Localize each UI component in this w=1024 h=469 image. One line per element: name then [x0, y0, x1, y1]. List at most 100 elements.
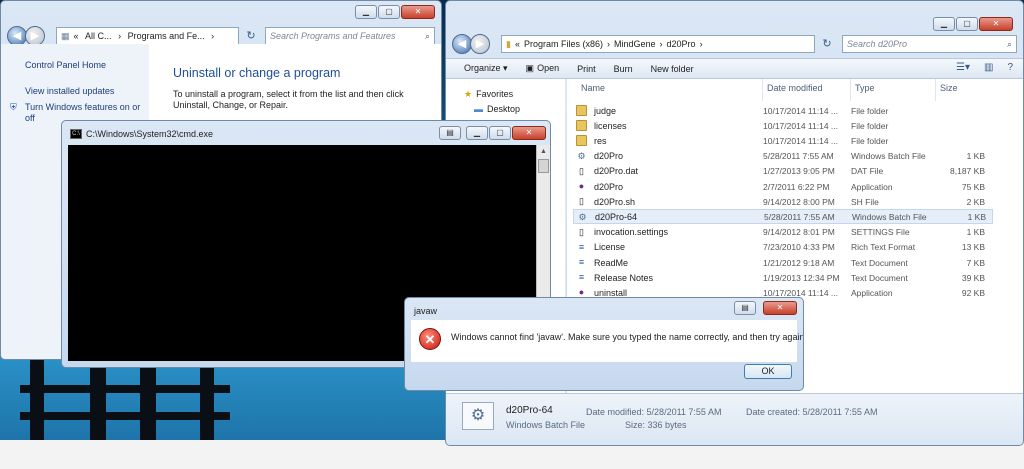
column-header-date[interactable]: Date modified — [767, 83, 823, 93]
view-options-icon[interactable]: ☰▾ — [956, 62, 970, 73]
minimize-button[interactable]: ▁ — [466, 126, 488, 140]
breadcrumb-separator[interactable]: › — [118, 31, 121, 41]
pier-beam — [20, 412, 230, 420]
file-type: File folder — [851, 135, 889, 146]
breadcrumb-item[interactable]: Program Files (x86) — [524, 39, 603, 49]
control-panel-home-link[interactable]: Control Panel Home — [25, 60, 106, 70]
breadcrumb-item[interactable]: MindGene — [614, 39, 656, 49]
search-placeholder: Search d20Pro — [847, 39, 908, 49]
file-row[interactable]: ≡ ReadMe 1/21/2012 9:18 AM Text Document 7 K… — [573, 255, 993, 270]
minimize-button[interactable]: ▁ — [355, 5, 377, 19]
back-button[interactable]: ◀ — [452, 34, 472, 54]
details-file-type: Windows Batch File — [506, 420, 586, 430]
file-name: licenses — [594, 120, 627, 131]
refresh-icon[interactable]: ↻ — [242, 27, 260, 45]
pier-beam — [20, 385, 230, 393]
file-row[interactable]: res 10/17/2014 11:14 ... File folder — [573, 133, 993, 148]
cmd-icon: C:\ — [70, 129, 82, 139]
file-row[interactable]: ● d20Pro 2/7/2011 6:22 PM Application 75 KB — [573, 179, 993, 194]
breadcrumb-separator[interactable]: › — [607, 39, 610, 49]
close-button[interactable]: ✕ — [979, 17, 1013, 31]
file-row[interactable]: ▯ invocation.settings 9/14/2012 8:01 PM SET… — [573, 225, 993, 240]
search-input[interactable]: Search d20Pro ⌕ — [842, 35, 1017, 53]
breadcrumb-chevron[interactable]: « — [74, 31, 79, 41]
new-folder-button[interactable]: New folder — [642, 64, 703, 74]
file-row[interactable]: ⚙ d20Pro 5/28/2011 7:55 AM Windows Batch Fi… — [573, 149, 993, 164]
file-size: 13 KB — [961, 242, 985, 253]
maximize-button[interactable]: ▢ — [378, 5, 400, 19]
preview-pane-icon[interactable]: ▥ — [984, 62, 993, 73]
maximize-button[interactable]: ▢ — [489, 126, 511, 140]
favorites-item[interactable]: ★ Favorites — [464, 89, 513, 100]
breadcrumb-item[interactable]: d20Pro — [667, 39, 696, 49]
error-message: Windows cannot find 'javaw'. Make sure y… — [451, 332, 804, 342]
column-divider — [850, 79, 851, 101]
system-menu-button[interactable]: ▤ — [439, 126, 461, 140]
forward-button[interactable]: ▶ — [470, 34, 490, 54]
breadcrumb-item[interactable]: All C... — [85, 31, 112, 41]
file-icon: ▯ — [579, 196, 584, 207]
file-name: d20Pro — [594, 181, 624, 192]
address-bar[interactable]: ▮ « Program Files (x86) › MindGene › d20… — [501, 35, 815, 53]
close-button[interactable]: ✕ — [401, 5, 435, 19]
refresh-icon[interactable]: ↻ — [818, 35, 836, 53]
column-header-type[interactable]: Type — [855, 83, 875, 93]
view-installed-updates-link[interactable]: View installed updates — [25, 86, 114, 96]
burn-button[interactable]: Burn — [605, 64, 642, 74]
file-type: Application — [851, 287, 893, 298]
minimize-button[interactable]: ▁ — [933, 17, 955, 31]
organize-menu[interactable]: Organize ▾ — [446, 63, 517, 74]
breadcrumb-chevron[interactable]: « — [515, 39, 520, 49]
file-type: Application — [851, 181, 893, 192]
open-button[interactable]: ▣ Open — [517, 63, 569, 74]
breadcrumb-separator[interactable]: › — [700, 39, 703, 49]
system-menu-button[interactable]: ▤ — [734, 301, 756, 315]
file-row[interactable]: judge 10/17/2014 11:14 ... File folder — [573, 103, 993, 118]
folder-icon — [576, 120, 587, 132]
address-bar[interactable]: ▦ « All C... › Programs and Fe... › — [56, 27, 239, 45]
file-type: Text Document — [851, 257, 908, 268]
scroll-up-icon[interactable]: ▲ — [537, 145, 550, 159]
dialog-body: ✕ Windows cannot find 'javaw'. Make sure… — [411, 320, 803, 362]
file-row[interactable]: ▯ d20Pro.sh 9/14/2012 8:00 PM SH File 2 KB — [573, 194, 993, 209]
file-type: Text Document — [851, 272, 908, 283]
forward-button[interactable]: ▶ — [25, 26, 45, 46]
folder-icon: ▦ — [61, 30, 70, 41]
file-size: 75 KB — [961, 181, 985, 192]
column-header-name[interactable]: Name — [581, 83, 605, 93]
file-size: 1 KB — [966, 227, 985, 238]
date-created-label: Date created: — [746, 407, 801, 417]
scroll-thumb[interactable] — [538, 159, 549, 173]
desktop-item[interactable]: ▬ Desktop — [474, 104, 520, 114]
file-type: File folder — [851, 105, 889, 116]
maximize-button[interactable]: ▢ — [956, 17, 978, 31]
help-icon[interactable]: ? — [1007, 62, 1013, 73]
breadcrumb-item[interactable]: Programs and Fe... — [128, 31, 205, 41]
pier-post — [30, 360, 44, 440]
search-input[interactable]: Search Programs and Features ⌕ — [265, 27, 435, 45]
file-row[interactable]: ▯ d20Pro.dat 1/27/2013 9:05 PM DAT File 8,18… — [573, 164, 993, 179]
window-controls: ▤ ✕ — [734, 301, 797, 315]
breadcrumb-separator[interactable]: › — [211, 31, 214, 41]
file-type: DAT File — [851, 166, 884, 177]
column-header-size[interactable]: Size — [940, 83, 958, 93]
file-row[interactable]: ⚙ d20Pro-64 5/28/2011 7:55 AM Windows Batch… — [573, 209, 993, 225]
details-file-name: d20Pro-64 — [506, 405, 553, 416]
print-button[interactable]: Print — [568, 64, 605, 74]
file-row[interactable]: ≡ License 7/23/2010 4:33 PM Rich Text Forma… — [573, 240, 993, 255]
file-name: invocation.settings — [594, 227, 669, 238]
file-row[interactable]: ≡ Release Notes 1/19/2013 12:34 PM Text Doc… — [573, 270, 993, 285]
file-row[interactable]: licenses 10/17/2014 11:14 ... File folder — [573, 118, 993, 133]
column-divider — [935, 79, 936, 101]
date-created-value: 5/28/2011 7:55 AM — [802, 407, 878, 417]
back-button[interactable]: ◀ — [7, 26, 27, 46]
date-modified-value: 5/28/2011 7:55 AM — [646, 407, 722, 417]
shield-icon: ⛨ — [10, 102, 17, 112]
close-button[interactable]: ✕ — [512, 126, 546, 140]
file-type: Windows Batch File — [852, 211, 927, 222]
ok-button[interactable]: OK — [744, 364, 792, 379]
file-date: 9/14/2012 8:01 PM — [763, 227, 835, 238]
breadcrumb-separator[interactable]: › — [660, 39, 663, 49]
dialog-title: javaw — [414, 306, 438, 316]
close-button[interactable]: ✕ — [763, 301, 797, 315]
